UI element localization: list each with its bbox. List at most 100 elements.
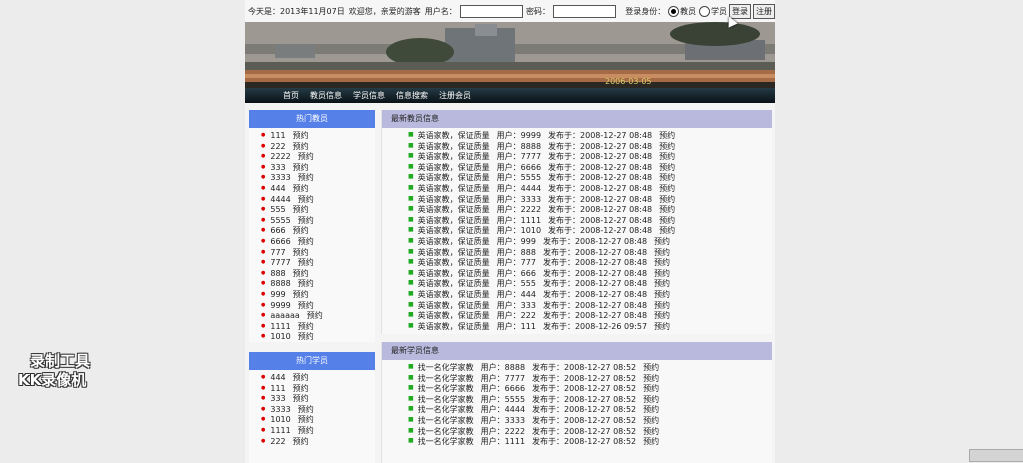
reserve-link[interactable]: 预约 [298, 332, 314, 341]
reserve-link[interactable]: 预约 [659, 205, 675, 214]
reserve-link[interactable]: 预约 [293, 226, 309, 235]
reserve-link[interactable]: 预约 [659, 216, 675, 225]
reserve-link[interactable]: 预约 [298, 279, 314, 288]
reserve-link[interactable]: 预约 [643, 437, 659, 446]
post-title[interactable]: 找一名化学家教 [418, 373, 474, 382]
item-name[interactable]: 333 [270, 163, 285, 172]
post-title[interactable]: 找一名化学家教 [418, 426, 474, 435]
item-name[interactable]: 666 [270, 226, 285, 235]
post-title[interactable]: 英语家教，保证质量 [418, 279, 490, 288]
item-name[interactable]: 222 [270, 141, 285, 150]
reserve-link[interactable]: 预约 [293, 184, 309, 193]
item-name[interactable]: 999 [270, 290, 285, 299]
reserve-link[interactable]: 预约 [298, 216, 314, 225]
reserve-link[interactable]: 预约 [298, 321, 314, 330]
post-title[interactable]: 英语家教，保证质量 [418, 311, 490, 320]
reserve-link[interactable]: 预约 [643, 395, 659, 404]
reserve-link[interactable]: 预约 [654, 290, 670, 299]
post-title[interactable]: 英语家教，保证质量 [418, 300, 490, 309]
role-teacher-radio[interactable] [668, 5, 680, 17]
reserve-link[interactable]: 预约 [293, 383, 309, 392]
reserve-link[interactable]: 预约 [659, 141, 675, 150]
item-name[interactable]: 1010 [270, 415, 290, 424]
reserve-link[interactable]: 预约 [298, 300, 314, 309]
item-name[interactable]: aaaaaa [270, 311, 299, 320]
reserve-link[interactable]: 预约 [298, 405, 314, 414]
reserve-link[interactable]: 预约 [654, 321, 670, 330]
post-title[interactable]: 英语家教，保证质量 [418, 173, 490, 182]
reserve-link[interactable]: 预约 [293, 247, 309, 256]
item-name[interactable]: 333 [270, 394, 285, 403]
reserve-link[interactable]: 预约 [659, 163, 675, 172]
reserve-link[interactable]: 预约 [643, 363, 659, 372]
nav-student-info[interactable]: 学员信息 [353, 90, 385, 101]
reserve-link[interactable]: 预约 [298, 173, 314, 182]
item-name[interactable]: 8888 [270, 279, 290, 288]
reserve-link[interactable]: 预约 [654, 279, 670, 288]
reserve-link[interactable]: 预约 [307, 311, 323, 320]
horizontal-scrollbar[interactable] [969, 449, 1023, 462]
post-title[interactable]: 英语家教，保证质量 [418, 205, 490, 214]
item-name[interactable]: 1111 [270, 321, 290, 330]
post-title[interactable]: 找一名化学家教 [418, 395, 474, 404]
post-title[interactable]: 英语家教，保证质量 [418, 184, 490, 193]
item-name[interactable]: 111 [270, 131, 285, 140]
item-name[interactable]: 5555 [270, 216, 290, 225]
reserve-link[interactable]: 预约 [293, 205, 309, 214]
nav-teacher-info[interactable]: 教员信息 [310, 90, 342, 101]
reserve-link[interactable]: 预约 [293, 394, 309, 403]
reserve-link[interactable]: 预约 [654, 269, 670, 278]
post-title[interactable]: 英语家教，保证质量 [418, 226, 490, 235]
post-title[interactable]: 找一名化学家教 [418, 405, 474, 414]
reserve-link[interactable]: 预约 [298, 152, 314, 161]
item-name[interactable]: 2222 [270, 152, 290, 161]
reserve-link[interactable]: 预约 [293, 163, 309, 172]
reserve-link[interactable]: 预约 [643, 373, 659, 382]
reserve-link[interactable]: 预约 [298, 194, 314, 203]
post-title[interactable]: 英语家教，保证质量 [418, 269, 490, 278]
nav-register[interactable]: 注册会员 [439, 90, 471, 101]
post-title[interactable]: 英语家教，保证质量 [418, 247, 490, 256]
item-name[interactable]: 444 [270, 184, 285, 193]
post-title[interactable]: 找一名化学家教 [418, 384, 474, 393]
post-title[interactable]: 找一名化学家教 [418, 437, 474, 446]
reserve-link[interactable]: 预约 [293, 131, 309, 140]
reserve-link[interactable]: 预约 [643, 384, 659, 393]
post-title[interactable]: 找一名化学家教 [418, 416, 474, 425]
item-name[interactable]: 6666 [270, 237, 290, 246]
reserve-link[interactable]: 预约 [659, 152, 675, 161]
reserve-link[interactable]: 预约 [293, 436, 309, 445]
item-name[interactable]: 555 [270, 205, 285, 214]
reserve-link[interactable]: 预约 [643, 416, 659, 425]
post-title[interactable]: 英语家教，保证质量 [418, 216, 490, 225]
register-button[interactable]: 注册 [753, 3, 775, 19]
reserve-link[interactable]: 预约 [654, 258, 670, 267]
reserve-link[interactable]: 预约 [654, 311, 670, 320]
username-input[interactable] [459, 4, 523, 18]
reserve-link[interactable]: 预约 [298, 415, 314, 424]
nav-search[interactable]: 信息搜索 [396, 90, 428, 101]
post-title[interactable]: 找一名化学家教 [418, 363, 474, 372]
reserve-link[interactable]: 预约 [293, 141, 309, 150]
reserve-link[interactable]: 预约 [293, 269, 309, 278]
reserve-link[interactable]: 预约 [298, 426, 314, 435]
post-title[interactable]: 英语家教，保证质量 [418, 194, 490, 203]
post-title[interactable]: 英语家教，保证质量 [418, 163, 490, 172]
item-name[interactable]: 1010 [270, 332, 290, 341]
post-title[interactable]: 英语家教，保证质量 [418, 290, 490, 299]
item-name[interactable]: 9999 [270, 300, 290, 309]
reserve-link[interactable]: 预约 [293, 290, 309, 299]
item-name[interactable]: 888 [270, 269, 285, 278]
reserve-link[interactable]: 预约 [659, 184, 675, 193]
reserve-link[interactable]: 预约 [654, 300, 670, 309]
item-name[interactable]: 444 [270, 373, 285, 382]
reserve-link[interactable]: 预约 [654, 247, 670, 256]
post-title[interactable]: 英语家教，保证质量 [418, 258, 490, 267]
reserve-link[interactable]: 预约 [659, 131, 675, 140]
reserve-link[interactable]: 预约 [659, 194, 675, 203]
item-name[interactable]: 111 [270, 383, 285, 392]
role-student-radio[interactable] [699, 5, 710, 17]
reserve-link[interactable]: 预约 [298, 237, 314, 246]
item-name[interactable]: 222 [270, 436, 285, 445]
post-title[interactable]: 英语家教，保证质量 [418, 131, 490, 140]
